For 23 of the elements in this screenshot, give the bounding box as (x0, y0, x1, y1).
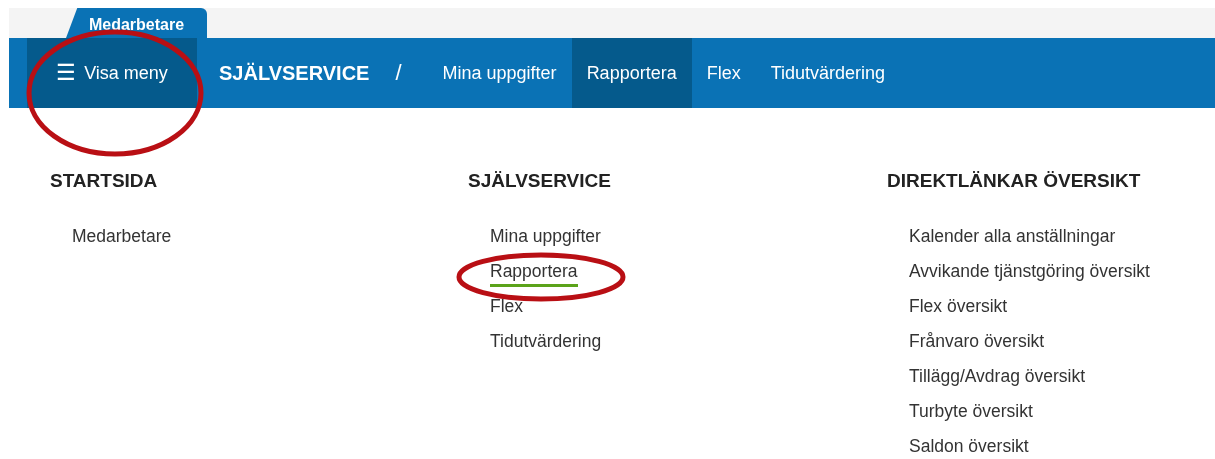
breadcrumb-separator: / (395, 60, 402, 86)
menu-link[interactable]: Flex översikt (909, 296, 1008, 322)
section-title: SJÄLVSERVICE (219, 61, 370, 85)
menu-link[interactable]: Tidutvärdering (490, 331, 602, 357)
menu-icon: ☰ (56, 60, 77, 86)
column-heading: STARTSIDA (50, 170, 159, 193)
menu-link[interactable]: Flex (490, 296, 524, 322)
menu-link[interactable]: Turbyte översikt (909, 401, 1033, 427)
menu-link[interactable]: Medarbetare (72, 226, 172, 252)
column-heading: DIREKTLÄNKAR ÖVERSIKT (887, 170, 1142, 193)
column-heading: SJÄLVSERVICE (468, 170, 612, 193)
menu-link[interactable]: Kalender alla anställningar (909, 226, 1116, 252)
menu-link[interactable]: Saldon översikt (909, 436, 1029, 459)
menu-link[interactable]: Mina uppgifter (490, 226, 601, 252)
nav-tab[interactable]: Rapportera (571, 38, 692, 108)
nav-tab[interactable]: Flex (691, 38, 756, 108)
tab[interactable]: Medarbetare (66, 8, 207, 38)
nav-tab[interactable]: Tidutvärdering (755, 38, 901, 108)
menu-link[interactable]: Tillägg/Avdrag översikt (909, 366, 1086, 392)
menu-link[interactable]: Avvikande tjänstgöring översikt (909, 261, 1150, 287)
menu-link[interactable]: Frånvaro översikt (909, 331, 1045, 357)
menu-button[interactable]: ☰ Visa meny (27, 38, 197, 108)
nav-tab[interactable]: Mina uppgifter (427, 38, 572, 108)
